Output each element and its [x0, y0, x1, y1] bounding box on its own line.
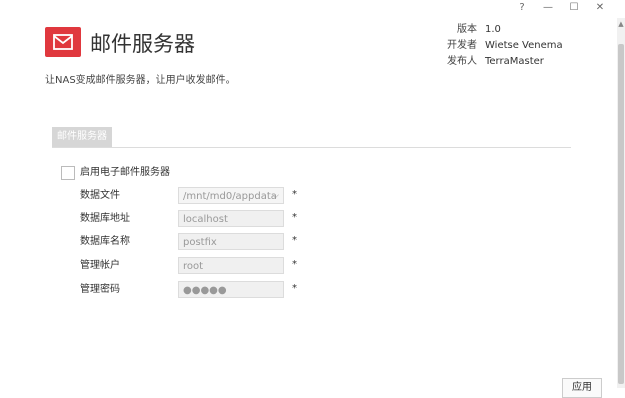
publisher-label: 发布人	[447, 56, 477, 67]
close-button[interactable]: ✕	[587, 0, 613, 16]
app-meta: 版本 1.0 开发者 Wietse Venema 发布人 TerraMaster	[440, 22, 563, 70]
required-mark: *	[292, 259, 297, 270]
tab-divider	[52, 147, 571, 148]
required-mark: *	[292, 283, 297, 294]
enable-mail-server-label: 启用电子邮件服务器	[80, 167, 170, 178]
apply-button[interactable]: 应用	[562, 378, 602, 398]
db-address-field[interactable]: localhost	[178, 210, 284, 227]
data-file-value: /mnt/md0/appdata	[183, 191, 277, 202]
data-file-select[interactable]: /mnt/md0/appdata ⌵	[178, 187, 284, 204]
minimize-button[interactable]: —	[535, 0, 561, 16]
app-description: 让NAS变成邮件服务器，让用户收发邮件。	[45, 75, 236, 86]
mail-envelope-icon	[45, 27, 81, 57]
developer-label: 开发者	[447, 40, 477, 51]
vertical-scrollbar[interactable]: ▲	[617, 18, 625, 388]
db-address-label: 数据库地址	[80, 213, 130, 224]
help-button[interactable]: ?	[509, 0, 535, 16]
tab-mail-server[interactable]: 邮件服务器	[52, 127, 112, 147]
db-name-label: 数据库名称	[80, 236, 130, 247]
meta-version-row: 版本 1.0	[440, 22, 563, 38]
admin-account-label: 管理帐户	[80, 260, 120, 271]
chevron-down-icon: ⌵	[272, 191, 279, 201]
enable-mail-server-checkbox[interactable]	[61, 166, 75, 180]
meta-publisher-row: 发布人 TerraMaster	[440, 54, 563, 70]
admin-password-field[interactable]: ●●●●●	[178, 281, 284, 298]
admin-password-label: 管理密码	[80, 284, 120, 295]
maximize-button[interactable]: ☐	[561, 0, 587, 16]
meta-developer-row: 开发者 Wietse Venema	[440, 38, 563, 54]
scroll-thumb[interactable]	[618, 44, 624, 384]
publisher-value: TerraMaster	[485, 56, 544, 67]
required-mark: *	[292, 235, 297, 246]
data-file-label: 数据文件	[80, 190, 120, 201]
version-label: 版本	[457, 24, 477, 35]
required-mark: *	[292, 189, 297, 200]
admin-account-field[interactable]: root	[178, 257, 284, 274]
app-title: 邮件服务器	[90, 32, 195, 56]
scroll-up-icon[interactable]: ▲	[617, 20, 625, 28]
required-mark: *	[292, 212, 297, 223]
db-name-field[interactable]: postfix	[178, 233, 284, 250]
window-controls: ? — ☐ ✕	[509, 0, 613, 16]
developer-value: Wietse Venema	[485, 40, 563, 51]
version-value: 1.0	[485, 24, 501, 35]
